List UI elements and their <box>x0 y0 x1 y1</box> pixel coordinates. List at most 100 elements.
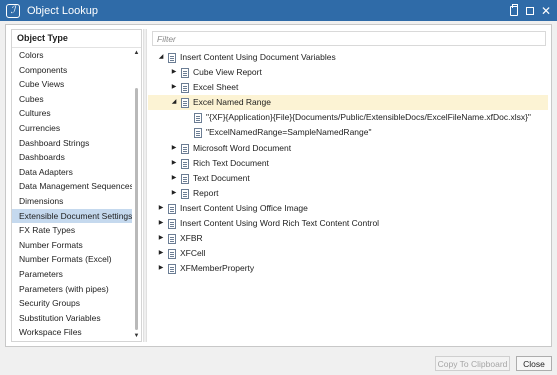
collapsed-arrow-icon[interactable]: ▶ <box>157 261 165 276</box>
expanded-arrow-icon[interactable]: ◢ <box>170 95 178 110</box>
tree-node-label: XFCell <box>180 248 206 259</box>
tree-node[interactable]: ▶ Text Document <box>148 171 548 186</box>
tree-node-label: Microsoft Word Document <box>193 142 292 153</box>
tree-node-label: Excel Sheet <box>193 82 239 93</box>
tree-node[interactable]: ▶ XFMemberProperty <box>148 261 548 276</box>
tree-node[interactable]: ▶ Rich Text Document <box>148 156 548 171</box>
object-type-item[interactable]: Dimensions <box>12 194 134 209</box>
object-type-item[interactable]: Substitution Variables <box>12 311 134 326</box>
object-type-item[interactable]: Parameters (with pipes) <box>12 282 134 297</box>
tree-node-label: "{XF}{Application}{File}{Documents/Publi… <box>206 112 531 123</box>
document-icon <box>181 98 189 109</box>
object-type-item[interactable]: Number Formats (Excel) <box>12 252 134 267</box>
tree-node-label: "ExcelNamedRange=SampleNamedRange" <box>206 127 372 138</box>
collapsed-arrow-icon[interactable]: ▶ <box>170 141 178 156</box>
collapsed-arrow-icon[interactable]: ▶ <box>157 246 165 261</box>
object-type-scrollbar[interactable]: ▲ ▼ <box>132 48 141 341</box>
tree-node[interactable]: ▶ Insert Content Using Word Rich Text Con… <box>148 216 548 231</box>
scroll-down-arrow-icon[interactable]: ▼ <box>133 332 140 340</box>
object-type-item[interactable]: Extensible Document Settings <box>12 208 134 224</box>
document-icon <box>181 173 189 184</box>
tree-node-label: Excel Named Range <box>193 97 271 108</box>
close-icon: ✕ <box>540 3 552 18</box>
collapsed-arrow-icon[interactable]: ▶ <box>157 231 165 246</box>
document-icon <box>181 68 189 79</box>
document-icon <box>168 264 176 275</box>
object-type-item[interactable]: Data Management Sequences <box>12 179 134 194</box>
tree-node-label: Insert Content Using Document Variables <box>180 52 336 62</box>
tree-node-label: XFMemberProperty <box>180 263 255 274</box>
tree-node-label: Report <box>193 187 219 198</box>
tree-node[interactable]: ◢ Excel Named Range <box>148 95 548 111</box>
document-icon <box>194 128 202 139</box>
document-icon <box>168 249 176 260</box>
tree-node[interactable]: ▶ XFCell <box>148 246 548 261</box>
collapsed-arrow-icon[interactable]: ▶ <box>170 171 178 186</box>
app-logo-icon: ℐ <box>6 3 20 18</box>
object-type-item[interactable]: Dashboard Strings <box>12 136 134 151</box>
object-type-item[interactable]: Cubes <box>12 92 134 107</box>
object-type-item[interactable]: Workspace Files <box>12 325 134 340</box>
document-icon <box>181 188 189 199</box>
object-type-item[interactable]: Data Adapters <box>12 165 134 180</box>
main-panel: Object Type Colors Components Cube Views Cu… <box>5 24 552 347</box>
object-type-list: Colors Components Cube Views Cubes Cultures C… <box>12 48 134 341</box>
tree-node[interactable]: ▶ Report <box>148 186 548 201</box>
object-type-item[interactable]: Currencies <box>12 121 134 136</box>
collapsed-arrow-icon[interactable]: ▶ <box>157 216 165 231</box>
object-type-item[interactable]: Cultures <box>12 106 134 121</box>
close-button[interactable]: Close <box>516 356 552 371</box>
object-type-item[interactable]: Number Formats <box>12 238 134 253</box>
object-tree: ◢ Insert Content Using Document Variables… <box>148 50 548 276</box>
collapsed-arrow-icon[interactable]: ▶ <box>170 186 178 201</box>
tree-node[interactable]: ▶ Cube View Report <box>148 65 548 80</box>
collapsed-arrow-icon[interactable]: ▶ <box>170 65 178 80</box>
document-icon <box>168 53 176 63</box>
object-type-item[interactable]: FX Rate Types <box>12 223 134 238</box>
object-type-item[interactable]: Cube Views <box>12 77 134 92</box>
window-title: Object Lookup <box>27 4 98 17</box>
object-type-item[interactable]: Components <box>12 63 134 78</box>
document-icon <box>168 203 176 214</box>
document-icon <box>168 219 176 230</box>
tree-node-label: Cube View Report <box>193 67 262 78</box>
tree-node-label: Text Document <box>193 172 250 183</box>
document-icon <box>194 113 202 124</box>
object-type-item[interactable]: Security Groups <box>12 296 134 311</box>
pane-splitter[interactable] <box>143 29 147 342</box>
tree-node-label: Insert Content Using Word Rich Text Cont… <box>180 218 380 229</box>
object-type-item[interactable]: Parameters <box>12 267 134 282</box>
collapsed-arrow-icon[interactable]: ▶ <box>157 201 165 216</box>
tree-node[interactable]: ▶ XFBR <box>148 231 548 246</box>
document-icon <box>168 234 176 245</box>
document-icon <box>181 158 189 169</box>
tree-node[interactable]: ▶ Microsoft Word Document <box>148 141 548 156</box>
title-bar: ℐ Object Lookup ✕ <box>0 0 557 21</box>
object-type-header: Object Type <box>12 30 141 48</box>
tree-node-label: Insert Content Using Office Image <box>180 202 308 213</box>
collapsed-arrow-icon[interactable]: ▶ <box>170 156 178 171</box>
scroll-up-arrow-icon[interactable]: ▲ <box>133 49 140 57</box>
maximize-icon <box>526 6 534 15</box>
document-icon <box>181 83 189 94</box>
tree-node[interactable]: ▶ Insert Content Using Office Image <box>148 201 548 216</box>
close-window-button[interactable]: ✕ <box>539 3 553 19</box>
tree-node[interactable]: "{XF}{Application}{File}{Documents/Publi… <box>148 110 548 125</box>
tree-node-label: XFBR <box>180 233 203 244</box>
tree-node[interactable]: "ExcelNamedRange=SampleNamedRange" <box>148 125 548 140</box>
object-tree-pane: ◢ Insert Content Using Document Variables… <box>148 29 548 342</box>
scrollbar-thumb[interactable] <box>135 88 138 330</box>
tree-node[interactable]: ▶ Excel Sheet <box>148 80 548 95</box>
object-type-pane: Object Type Colors Components Cube Views Cu… <box>11 29 142 342</box>
maximize-button[interactable] <box>523 3 537 19</box>
tree-node[interactable]: ◢ Insert Content Using Document Variables <box>148 50 548 65</box>
window-controls: ✕ <box>505 0 553 21</box>
object-type-item[interactable]: Colors <box>12 48 134 63</box>
expanded-arrow-icon[interactable]: ◢ <box>157 50 165 65</box>
collapsed-arrow-icon[interactable]: ▶ <box>170 80 178 95</box>
clipboard-icon[interactable] <box>507 3 521 19</box>
filter-input[interactable] <box>152 31 546 46</box>
object-type-item[interactable]: Dashboards <box>12 150 134 165</box>
tree-node-label: Rich Text Document <box>193 157 269 168</box>
copy-to-clipboard-button[interactable]: Copy To Clipboard <box>435 356 510 371</box>
